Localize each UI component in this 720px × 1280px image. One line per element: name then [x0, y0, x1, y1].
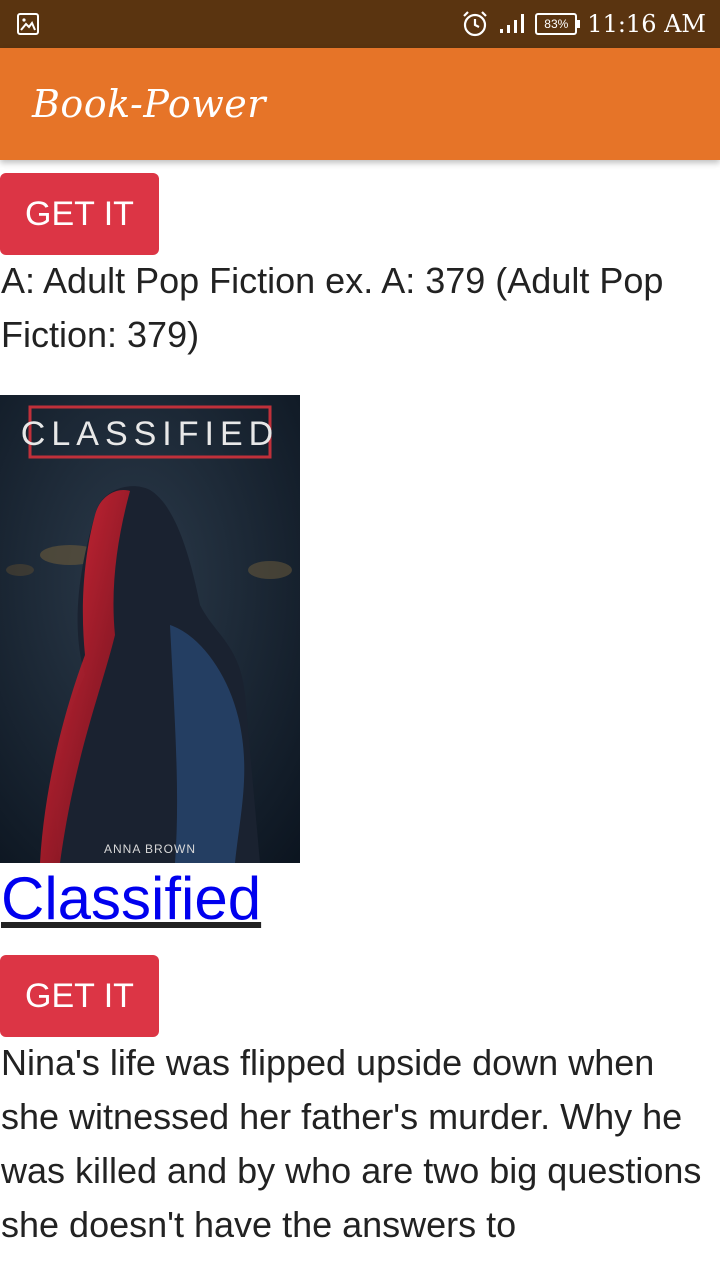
app-title: Book-Power: [32, 82, 266, 126]
get-it-button[interactable]: GET IT: [0, 173, 159, 255]
app-bar: Book-Power: [0, 48, 720, 160]
cover-title: CLASSIFIED: [21, 415, 279, 453]
book-cover-image[interactable]: CLASSIFIED ANNA BROWN: [0, 395, 300, 863]
status-right-group: 83% 11:16 AM: [461, 0, 706, 48]
image-icon: [17, 13, 39, 35]
book-title-link[interactable]: Classified: [1, 862, 261, 936]
alarm-icon: [463, 11, 488, 37]
get-it-button[interactable]: GET IT: [0, 955, 159, 1037]
status-bar: 83% 11:16 AM: [0, 0, 720, 48]
battery-icon: 83%: [535, 13, 581, 35]
item-description: A: Adult Pop Fiction ex. A: 379 (Adult P…: [1, 260, 664, 355]
book-description: Nina's life was flipped upside down when…: [1, 1042, 702, 1245]
cover-author: ANNA BROWN: [104, 842, 196, 856]
signal-icon: [500, 14, 525, 33]
status-time: 11:16 AM: [587, 10, 706, 38]
